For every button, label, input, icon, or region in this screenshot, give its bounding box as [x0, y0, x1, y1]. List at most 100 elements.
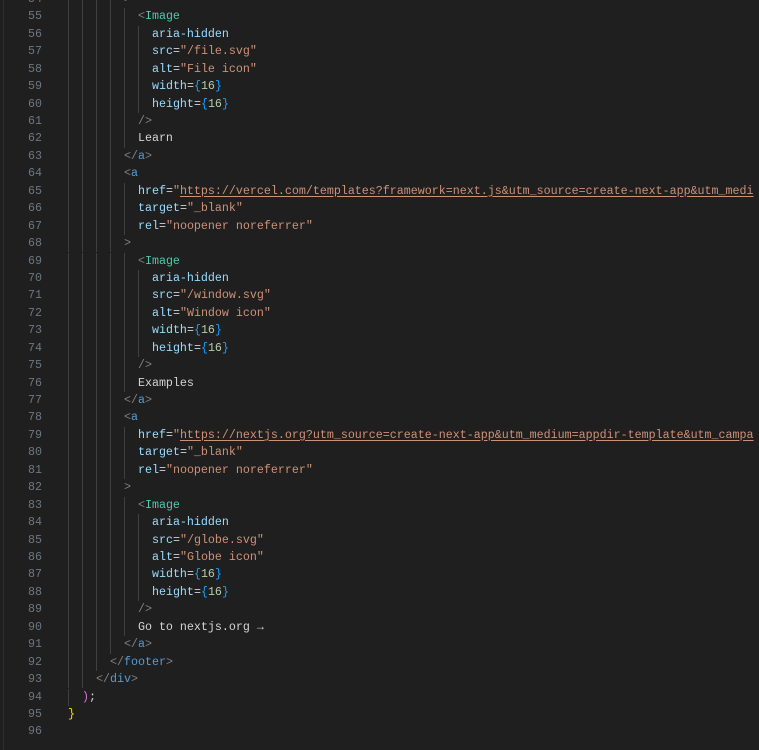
token-punct: > [144, 148, 152, 163]
code-line[interactable]: 81 rel="noopener noreferrer" [0, 461, 759, 480]
token-link[interactable]: https://nextjs.org?utm_source=create-nex… [180, 428, 754, 442]
line-number: 91 [28, 637, 42, 652]
code-line[interactable]: 88 height={16} [0, 583, 759, 602]
token-str: "noopener noreferrer" [165, 462, 313, 477]
code-line[interactable]: 73 width={16} [0, 322, 759, 340]
line-code: </a> [68, 392, 152, 409]
line-number: 87 [28, 567, 42, 582]
code-line[interactable]: 80 target="_blank" [0, 444, 759, 462]
token-op: = [186, 79, 194, 94]
code-line[interactable]: 95} [0, 706, 759, 723]
code-line[interactable]: 54 > [0, 0, 759, 9]
code-line[interactable]: 67 rel="noopener noreferrer" [0, 217, 759, 236]
code-line[interactable]: 71 src="/window.svg" [0, 287, 759, 305]
line-code: </div> [68, 671, 138, 688]
token-tag: a [137, 393, 145, 408]
code-line[interactable]: 96 [0, 723, 759, 740]
token-punct: < [137, 497, 145, 512]
code-line[interactable]: 90 Go to nextjs.org → [0, 618, 759, 637]
code-editor[interactable]: 54 >55 <Image56 aria-hidden57 src="/file… [0, 0, 759, 750]
token-punct: < [123, 410, 131, 425]
code-line[interactable]: 74 height={16} [0, 339, 759, 358]
line-code: /> [68, 357, 152, 374]
code-line[interactable]: 85 src="/globe.svg" [0, 531, 759, 549]
line-number: 88 [28, 584, 42, 599]
code-line[interactable]: 58 alt="File icon" [0, 60, 759, 79]
code-line[interactable]: 65 href="https://vercel.com/templates?fr… [0, 182, 759, 201]
token-num: 16 [200, 567, 215, 582]
token-str: " [172, 427, 180, 442]
code-line[interactable]: 57 src="/file.svg" [0, 43, 759, 61]
token-link[interactable]: https://vercel.com/templates?framework=n… [180, 184, 754, 198]
code-line[interactable]: 69 <Image [0, 252, 759, 270]
line-code: <Image [68, 497, 180, 514]
token-attr: aria-hidden [151, 270, 229, 285]
code-line[interactable]: 82 > [0, 479, 759, 497]
code-line[interactable]: 76 Examples [0, 374, 759, 393]
code-line[interactable]: 60 height={16} [0, 95, 759, 113]
line-code: Go to nextjs.org → [68, 619, 264, 636]
token-num: 16 [200, 323, 215, 338]
line-number: 69 [28, 253, 42, 268]
token-brace: { [200, 584, 208, 599]
token-op: = [158, 462, 166, 477]
code-line[interactable]: 62 Learn [0, 130, 759, 148]
code-line[interactable]: 86 alt="Globe icon" [0, 548, 759, 567]
line-code: width={16} [68, 566, 222, 583]
code-line[interactable]: 89 /> [0, 601, 759, 619]
code-line[interactable]: 61 /> [0, 112, 759, 131]
token-num: 16 [200, 79, 215, 94]
code-line[interactable]: 77 </a> [0, 392, 759, 410]
token-punct: < [137, 253, 145, 268]
token-attr: href [137, 427, 166, 442]
line-code: alt="File icon" [68, 61, 257, 78]
code-line[interactable]: 68 > [0, 235, 759, 253]
code-line[interactable]: 56 aria-hidden [0, 25, 759, 44]
code-line[interactable]: 64 <a [0, 165, 759, 183]
code-line[interactable]: 91 </a> [0, 636, 759, 654]
token-op: = [172, 532, 180, 547]
line-code: src="/file.svg" [68, 43, 257, 60]
code-line[interactable]: 59 width={16} [0, 78, 759, 96]
code-line[interactable]: 87 width={16} [0, 566, 759, 584]
code-line[interactable]: 72 alt="Window icon" [0, 304, 759, 323]
token-tag: div [109, 672, 131, 687]
token-attr: href [137, 183, 166, 198]
line-code: > [68, 235, 131, 252]
code-line[interactable]: 84 aria-hidden [0, 514, 759, 532]
code-line[interactable]: 75 /> [0, 357, 759, 375]
token-attr: width [151, 79, 187, 94]
code-line[interactable]: 55 <Image [0, 8, 759, 26]
code-line[interactable]: 92 </footer> [0, 653, 759, 672]
token-brace: { [200, 96, 208, 111]
token-text: Go to nextjs.org → [137, 619, 264, 634]
code-line[interactable]: 78 <a [0, 409, 759, 427]
token-brace: } [214, 323, 222, 338]
token-punct: < [137, 9, 145, 24]
code-line[interactable]: 94 ); [0, 688, 759, 706]
token-tag: a [130, 410, 138, 425]
code-line[interactable]: 66 target="_blank" [0, 200, 759, 218]
code-line[interactable]: 63 </a> [0, 147, 759, 166]
line-number: 68 [28, 236, 42, 251]
line-number: 62 [28, 131, 42, 146]
line-code: <Image [68, 8, 180, 25]
code-line[interactable]: 70 aria-hidden [0, 269, 759, 288]
code-line[interactable]: 83 <Image [0, 496, 759, 515]
token-attr: alt [151, 61, 173, 76]
code-line[interactable]: 79 href="https://nextjs.org?utm_source=c… [0, 426, 759, 445]
token-attr: rel [137, 218, 159, 233]
code-line[interactable]: 93 </div> [0, 671, 759, 689]
line-code: alt="Window icon" [68, 305, 271, 322]
